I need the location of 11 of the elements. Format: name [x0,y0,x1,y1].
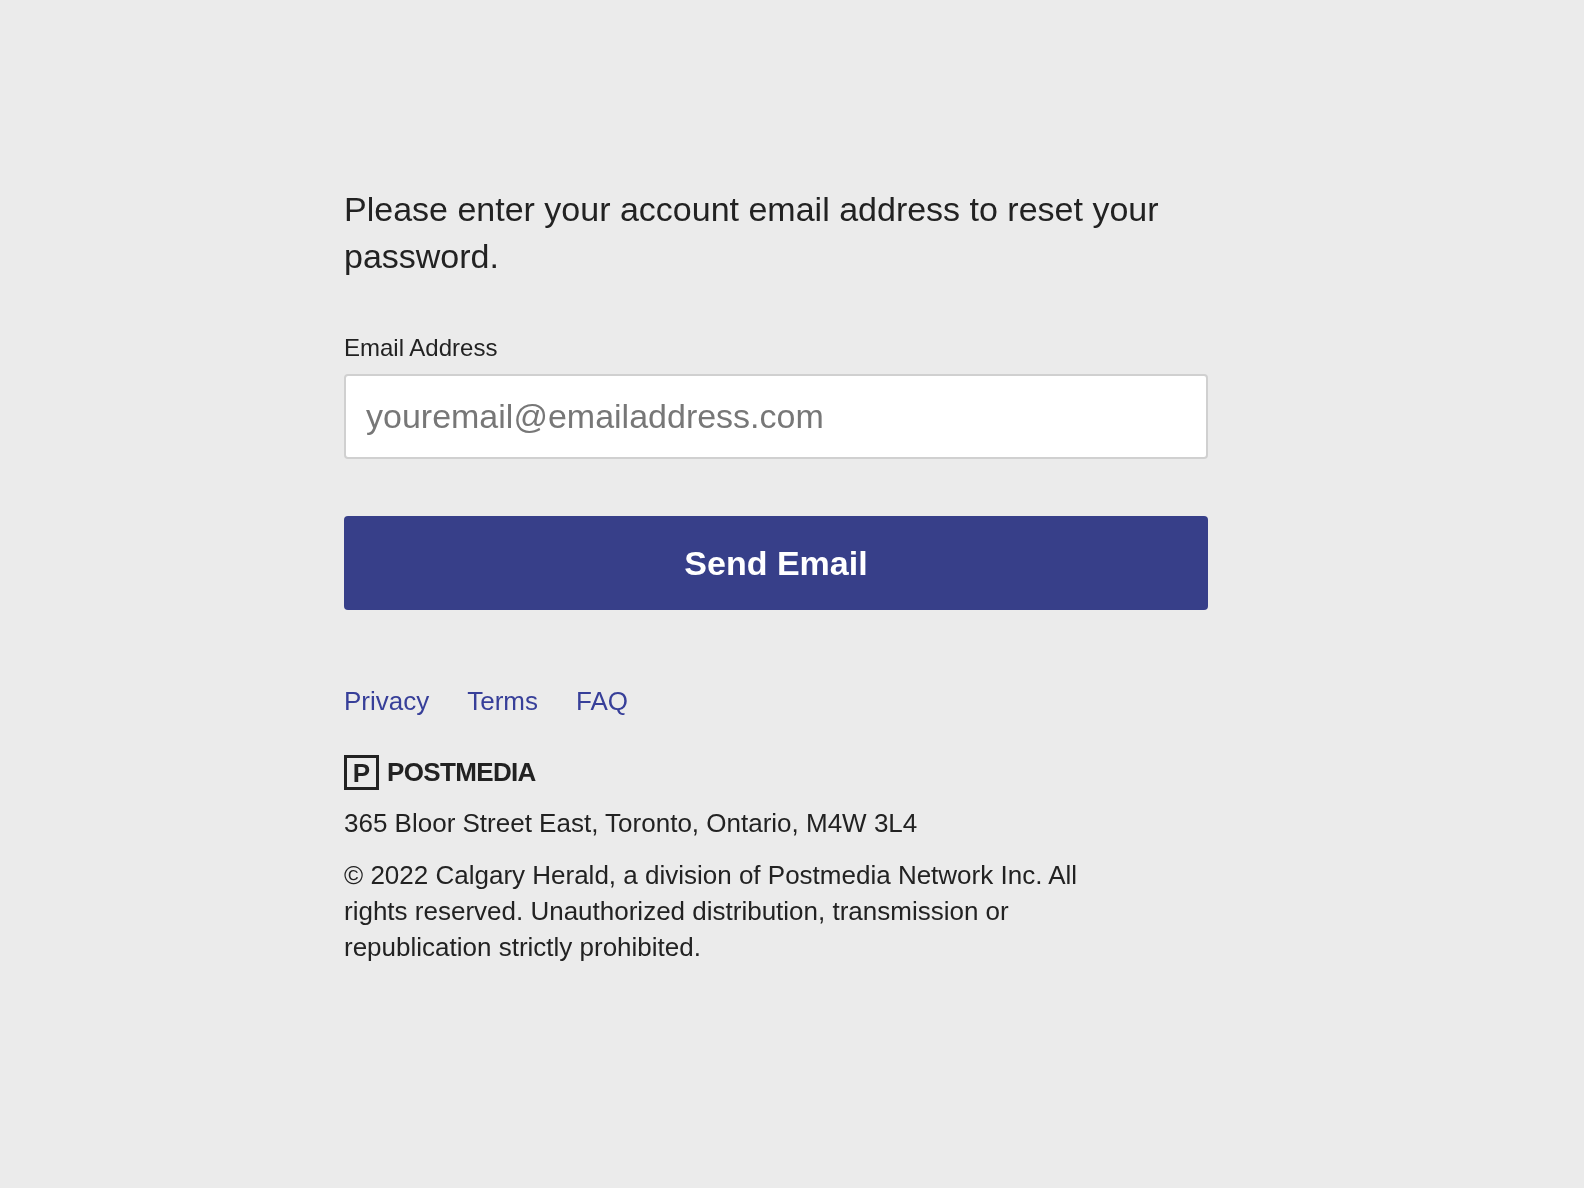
field-label: Email Address [344,333,499,363]
footer-link[interactable]: Privacy [344,682,430,721]
footer-link[interactable]: Terms [467,682,539,721]
footer-link[interactable]: FAQ [576,682,629,721]
logo-wordmark: POSTMEDIA [387,756,536,789]
email-input[interactable]: youremail@emailaddress.com [344,374,1208,459]
address-text: 365 Bloor Street East, Toronto, Ontario, M4W 3L4 [344,807,919,840]
instruction-text: Please enter your account email address to reset your password. [344,189,1160,277]
logo-mark: P [344,755,379,790]
copyright-text: © 2022 Calgary Herald, a division of Postmedia Network Inc. All rights reserved. Unauthorized distribution, transmission or republication strictly prohibited. [344,859,1079,964]
send-email-button[interactable]: Send Email [344,516,1208,610]
